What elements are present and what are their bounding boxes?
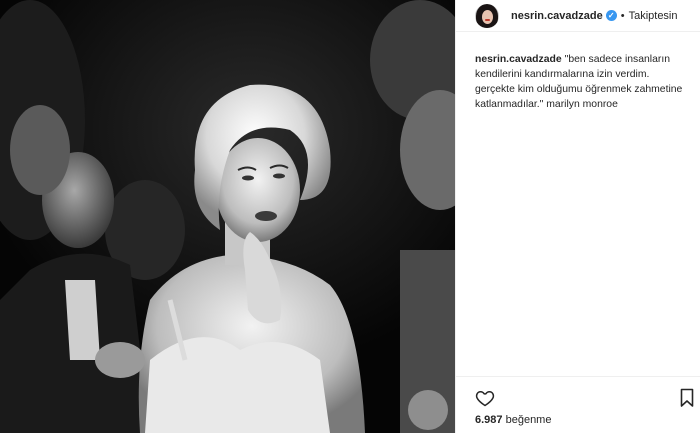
marilyn-monroe-photo [0,0,455,433]
like-button[interactable] [475,388,495,408]
heart-icon [475,391,495,407]
following-button[interactable]: Takiptesin [629,10,678,22]
avatar[interactable] [475,3,499,28]
divider [456,376,700,377]
post-side-panel: nesrin.cavadzade ✓ • Takiptesin nesrin.c… [455,0,700,433]
action-bar [456,386,700,410]
bookmark-icon [680,388,694,407]
likes-label: beğenme [505,414,552,426]
avatar-face [482,9,493,24]
post-header: nesrin.cavadzade ✓ • Takiptesin [456,0,700,32]
post-photo[interactable] [0,0,455,433]
post-caption: nesrin.cavadzade "ben sadece insanların k… [475,52,689,112]
verified-badge-icon: ✓ [605,10,617,21]
username-link[interactable]: nesrin.cavadzade [511,10,603,22]
instagram-post: nesrin.cavadzade ✓ • Takiptesin nesrin.c… [0,0,700,433]
separator-dot: • [620,9,625,22]
caption-username-link[interactable]: nesrin.cavadzade [475,54,562,65]
save-button[interactable] [680,388,694,408]
avatar-lips [485,18,490,21]
likes-number: 6.987 [475,414,503,426]
likes-count[interactable]: 6.987 beğenme [475,414,551,426]
